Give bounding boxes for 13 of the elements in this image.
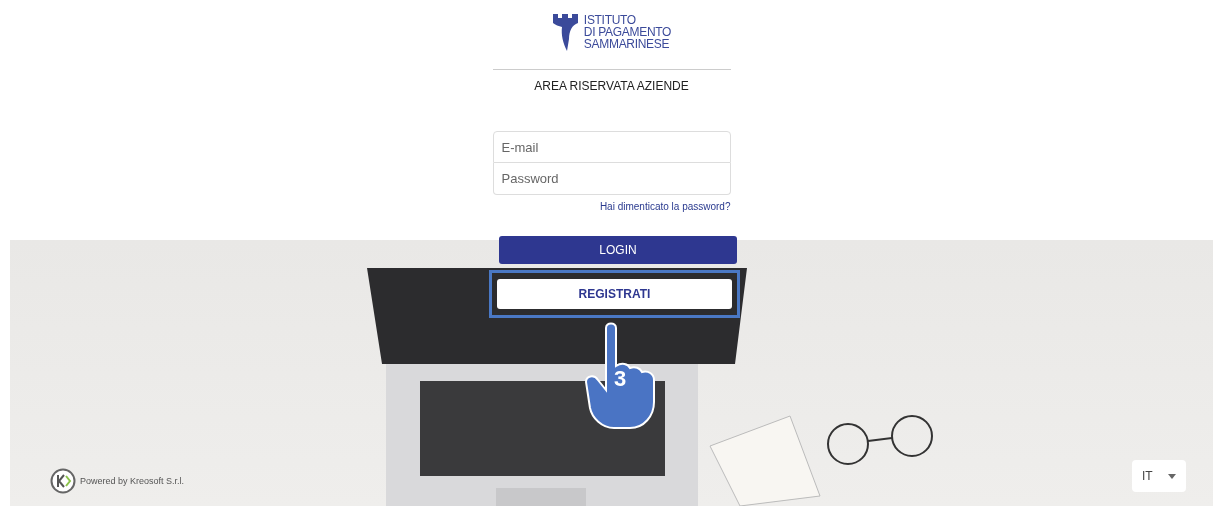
logo-text: ISTITUTO DI PAGAMENTO SAMMARINESE xyxy=(583,14,672,50)
powered-by-text: Powered by Kreosoft S.r.l. xyxy=(80,476,185,486)
kreosoft-logo-icon xyxy=(50,468,76,494)
login-button[interactable]: LOGIN xyxy=(499,236,737,264)
forgot-password-link[interactable]: Hai dimenticato la password? xyxy=(599,201,731,212)
pointing-hand-icon xyxy=(584,322,656,432)
input-field[interactable]: Password xyxy=(492,163,731,195)
caret-icon xyxy=(1168,473,1176,479)
language-select[interactable]: IT xyxy=(1132,460,1186,492)
page-title: AREA RISERVATA AZIENDE xyxy=(533,79,690,93)
input-field[interactable]: E-mail xyxy=(492,131,731,163)
register-button[interactable]: REGISTRATI xyxy=(497,279,732,309)
step-number: 3 xyxy=(614,366,627,392)
